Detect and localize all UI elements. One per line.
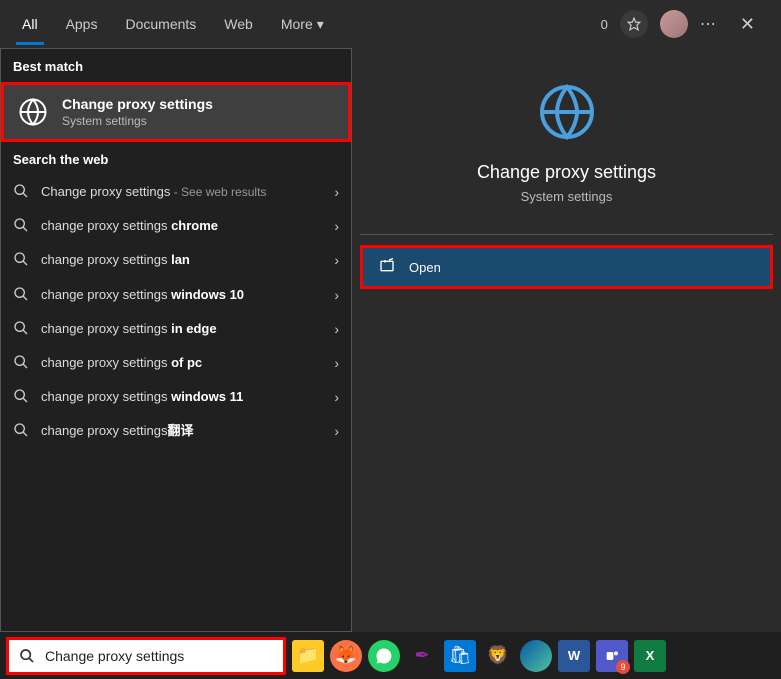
- rewards-count: 0: [601, 17, 608, 32]
- search-icon: [19, 648, 35, 664]
- account-avatar[interactable]: [660, 10, 688, 38]
- search-icon: [13, 422, 31, 440]
- best-match-result[interactable]: Change proxy settings System settings: [1, 82, 351, 142]
- top-right-controls: 0 ⋯ ✕: [601, 8, 773, 41]
- firefox-icon[interactable]: 🦊: [330, 640, 362, 672]
- open-label: Open: [409, 260, 441, 275]
- web-result-text: change proxy settings of pc: [41, 354, 326, 372]
- whatsapp-icon[interactable]: [368, 640, 400, 672]
- chevron-right-icon: ›: [334, 389, 339, 405]
- chevron-right-icon: ›: [334, 355, 339, 371]
- web-result-text: change proxy settings翻译: [41, 422, 326, 440]
- chevron-down-icon: ▾: [317, 16, 324, 33]
- main-content: Best match Change proxy settings System …: [0, 48, 781, 632]
- detail-subtitle: System settings: [376, 189, 757, 204]
- teams-icon[interactable]: 9: [596, 640, 628, 672]
- detail-panel: Change proxy settings System settings Op…: [352, 48, 781, 632]
- app-icon[interactable]: ✒: [406, 640, 438, 672]
- excel-icon[interactable]: X: [634, 640, 666, 672]
- search-box-value: Change proxy settings: [45, 648, 184, 664]
- teams-badge: 9: [616, 660, 630, 674]
- tab-documents[interactable]: Documents: [111, 4, 210, 45]
- chevron-right-icon: ›: [334, 218, 339, 234]
- search-icon: [13, 388, 31, 406]
- search-icon: [13, 320, 31, 338]
- web-result[interactable]: change proxy settings in edge ›: [1, 312, 351, 346]
- web-result-text: change proxy settings in edge: [41, 320, 326, 338]
- chevron-right-icon: ›: [334, 423, 339, 439]
- tabs: All Apps Documents Web More ▾: [8, 4, 338, 45]
- tab-apps[interactable]: Apps: [52, 4, 112, 45]
- chevron-right-icon: ›: [334, 287, 339, 303]
- globe-icon: [16, 95, 50, 129]
- word-icon[interactable]: W: [558, 640, 590, 672]
- web-result[interactable]: change proxy settings翻译 ›: [1, 414, 351, 448]
- search-icon: [13, 286, 31, 304]
- divider: [360, 234, 773, 235]
- chevron-right-icon: ›: [334, 321, 339, 337]
- detail-header: Change proxy settings System settings: [356, 52, 777, 224]
- web-result[interactable]: change proxy settings chrome ›: [1, 209, 351, 243]
- brave-icon[interactable]: 🦁: [482, 640, 514, 672]
- web-result[interactable]: change proxy settings lan ›: [1, 243, 351, 277]
- search-icon: [13, 183, 31, 201]
- taskbar: Change proxy settings 📁 🦊 ✒ 🛍 🦁 W 9 X: [0, 632, 781, 679]
- store-icon[interactable]: 🛍: [444, 640, 476, 672]
- best-match-header: Best match: [1, 49, 351, 82]
- open-action[interactable]: Open: [360, 245, 773, 289]
- best-match-title: Change proxy settings: [62, 96, 213, 112]
- results-panel: Best match Change proxy settings System …: [0, 48, 352, 632]
- tab-all[interactable]: All: [8, 4, 52, 45]
- rewards-icon[interactable]: [620, 10, 648, 38]
- chevron-right-icon: ›: [334, 184, 339, 200]
- file-explorer-icon[interactable]: 📁: [292, 640, 324, 672]
- search-icon: [13, 354, 31, 372]
- taskbar-search-box[interactable]: Change proxy settings: [6, 637, 286, 675]
- tab-more[interactable]: More ▾: [267, 4, 338, 45]
- chevron-right-icon: ›: [334, 252, 339, 268]
- edge-icon[interactable]: [520, 640, 552, 672]
- web-result[interactable]: change proxy settings windows 11 ›: [1, 380, 351, 414]
- web-result-text: change proxy settings chrome: [41, 217, 326, 235]
- web-result[interactable]: Change proxy settings - See web results …: [1, 175, 351, 209]
- web-result-text: change proxy settings windows 11: [41, 388, 326, 406]
- search-web-header: Search the web: [1, 142, 351, 175]
- close-icon[interactable]: ✕: [730, 8, 765, 41]
- detail-title: Change proxy settings: [376, 162, 757, 183]
- web-result-text: change proxy settings windows 10: [41, 286, 326, 304]
- search-tabs-bar: All Apps Documents Web More ▾ 0 ⋯ ✕: [0, 0, 781, 48]
- open-icon: [379, 258, 397, 276]
- search-icon: [13, 217, 31, 235]
- best-match-subtitle: System settings: [62, 114, 213, 128]
- web-result[interactable]: change proxy settings windows 10 ›: [1, 278, 351, 312]
- search-icon: [13, 251, 31, 269]
- more-options-icon[interactable]: ⋯: [700, 14, 718, 34]
- web-result-text: Change proxy settings - See web results: [41, 183, 326, 201]
- web-result-text: change proxy settings lan: [41, 251, 326, 269]
- globe-icon: [537, 82, 597, 142]
- web-result[interactable]: change proxy settings of pc ›: [1, 346, 351, 380]
- tab-web[interactable]: Web: [210, 4, 267, 45]
